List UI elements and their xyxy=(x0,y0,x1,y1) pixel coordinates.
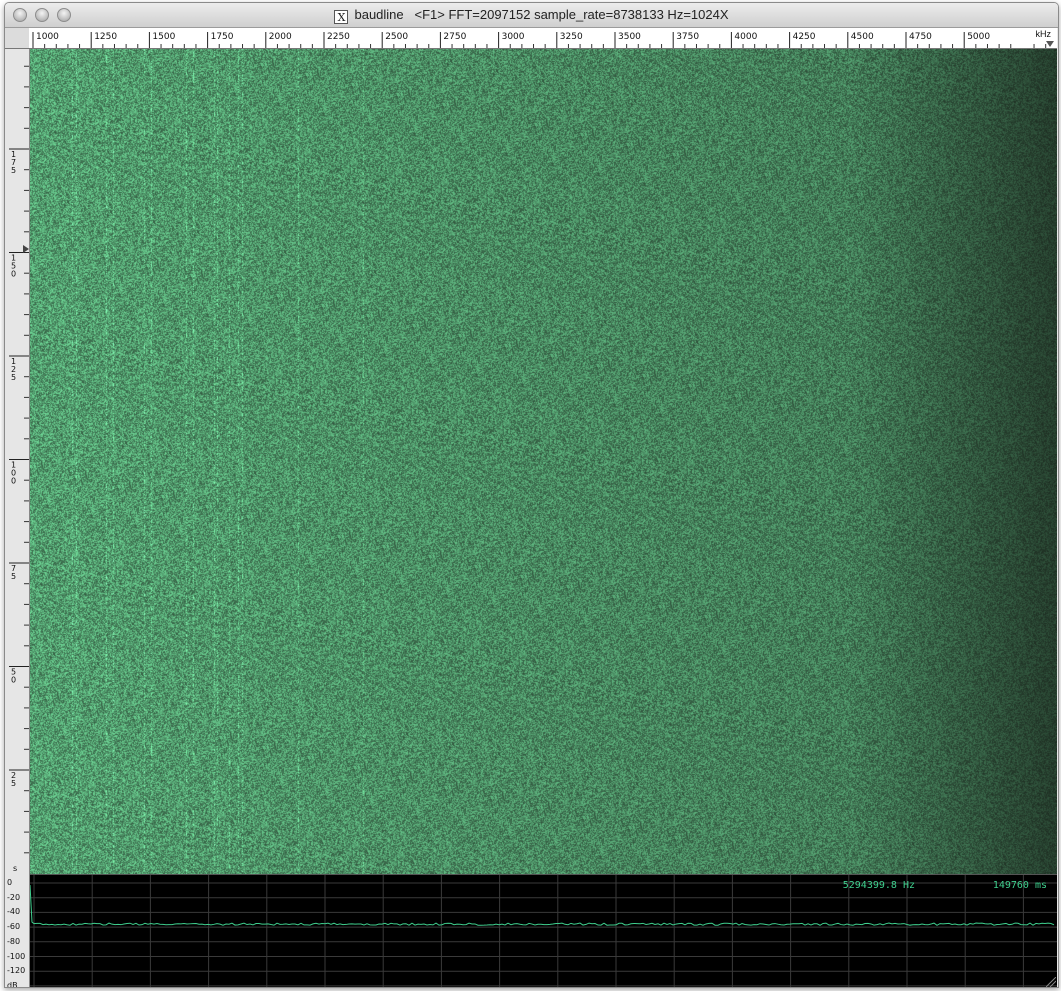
db-axis-label: -60 xyxy=(7,922,21,932)
resize-grip-icon[interactable] xyxy=(1046,977,1056,987)
frequency-tick-label: 4750 xyxy=(909,32,932,42)
frequency-tick-label: 1750 xyxy=(211,32,234,42)
scope-db-axis: 0 -20 -40 -60 -80 -100 -120 dB xyxy=(5,874,30,987)
db-axis-label: -100 xyxy=(7,951,26,961)
time-tick-label: 5 xyxy=(11,373,16,382)
db-axis-label: 0 xyxy=(7,878,13,887)
window-title: baudline <F1> FFT=2097152 sample_rate=87… xyxy=(354,7,729,22)
ruler-dropdown-icon[interactable] xyxy=(1046,41,1054,47)
time-tick-label: 5 xyxy=(11,166,16,175)
frequency-tick-label: 1000 xyxy=(36,32,59,42)
time-ruler[interactable]: 175150125100755025s xyxy=(5,49,30,874)
frequency-tick-label: 4250 xyxy=(793,32,816,42)
time-tick-label: 0 xyxy=(11,270,16,279)
db-axis-label: dB xyxy=(7,980,18,988)
spectrogram-display[interactable] xyxy=(30,49,1057,874)
frequency-tick-label: 2250 xyxy=(327,32,350,42)
frequency-ruler-ticks: 1000 1250 1500 1750 2000 2250 2500 2750 3000 3250… xyxy=(32,32,1047,48)
spectrum-trace xyxy=(29,884,1055,926)
frequency-tick-label: 4000 xyxy=(734,32,757,42)
time-tick-label: 5 xyxy=(11,779,16,788)
time-tick-label: 0 xyxy=(11,477,16,486)
time-cursor-marker xyxy=(23,245,29,253)
time-unit-label: s xyxy=(13,864,17,873)
x11-icon: X xyxy=(334,10,349,24)
spectrogram-canvas[interactable] xyxy=(30,49,1057,874)
db-axis-label: -20 xyxy=(7,892,21,902)
title-bar[interactable]: Xbaudline <F1> FFT=2097152 sample_rate=8… xyxy=(5,3,1058,28)
time-ruler-ticks: 175150125100755025s xyxy=(9,65,29,873)
time-readout: 149760 ms xyxy=(992,880,1047,891)
frequency-tick-label: 2750 xyxy=(443,32,466,42)
frequency-tick-label: 1500 xyxy=(152,32,175,42)
frequency-tick-label: 5000 xyxy=(967,32,990,42)
spectrum-scope-plot xyxy=(29,875,1057,987)
frequency-tick-label: 3750 xyxy=(676,32,699,42)
frequency-readout: 5294399.8 Hz xyxy=(842,880,915,891)
frequency-tick-label: 1250 xyxy=(94,32,117,42)
frequency-tick-label: 4500 xyxy=(851,32,874,42)
spectrum-scope[interactable]: 5294399.8 Hz 149760 ms xyxy=(29,874,1057,987)
window-title-area: Xbaudline <F1> FFT=2097152 sample_rate=8… xyxy=(5,7,1058,24)
db-axis-label: -80 xyxy=(7,936,21,946)
baudline-window: Xbaudline <F1> FFT=2097152 sample_rate=8… xyxy=(4,2,1059,988)
frequency-tick-label: 3500 xyxy=(618,32,641,42)
frequency-tick-label: 3250 xyxy=(560,32,583,42)
frequency-unit-label: kHz xyxy=(1035,29,1052,39)
frequency-tick-label: 2000 xyxy=(269,32,292,42)
frequency-tick-label: 3000 xyxy=(502,32,525,42)
ruler-corner xyxy=(5,28,30,49)
frequency-ruler[interactable]: 1000 1250 1500 1750 2000 2250 2500 2750 3000 3250… xyxy=(29,28,1057,49)
db-axis-label: -40 xyxy=(7,907,21,917)
time-tick-label: 5 xyxy=(11,572,16,581)
frequency-tick-label: 2500 xyxy=(385,32,408,42)
db-axis-label: -120 xyxy=(7,966,26,976)
time-tick-label: 0 xyxy=(11,676,16,685)
